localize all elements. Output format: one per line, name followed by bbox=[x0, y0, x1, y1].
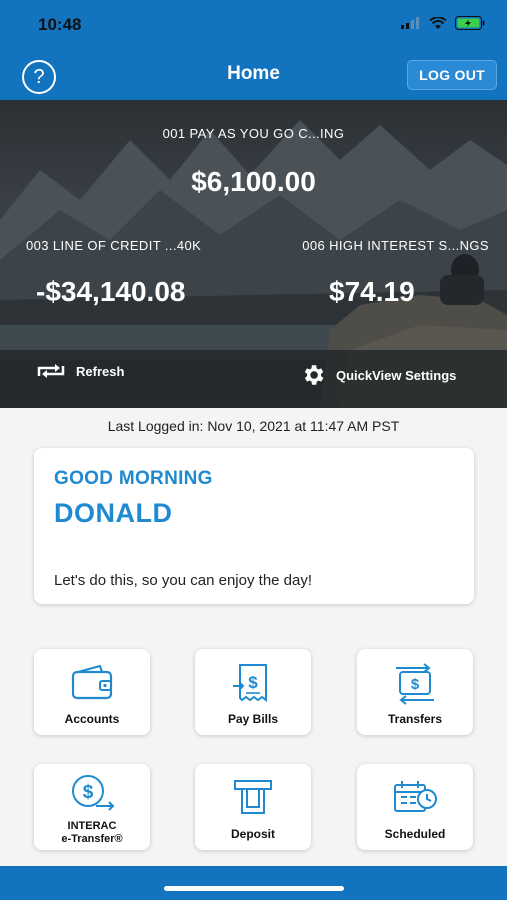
tile-label: Transfers bbox=[387, 712, 443, 726]
svg-text:$: $ bbox=[248, 673, 258, 692]
transfers-tile[interactable]: $ Transfers bbox=[357, 649, 473, 735]
tile-label: Pay Bills bbox=[227, 712, 279, 726]
status-bar: 10:48 bbox=[0, 0, 507, 48]
account-balance[interactable]: $6,100.00 bbox=[0, 166, 507, 198]
refresh-button[interactable]: Refresh bbox=[36, 362, 124, 380]
tile-label: Accounts bbox=[64, 712, 120, 726]
tile-label: Scheduled bbox=[384, 827, 446, 841]
status-time: 10:48 bbox=[38, 15, 82, 34]
bottom-bar bbox=[0, 866, 507, 900]
svg-text:$: $ bbox=[83, 782, 94, 803]
account-name: 006 HIGH INTEREST S...NGS bbox=[302, 238, 489, 253]
status-icons bbox=[401, 16, 485, 30]
greeting-message: Let's do this, so you can enjoy the day! bbox=[54, 572, 313, 589]
gear-icon bbox=[304, 365, 324, 385]
account-balance[interactable]: -$34,140.08 bbox=[36, 276, 185, 308]
greeting-line: GOOD MORNING bbox=[54, 468, 213, 489]
tile-label: e-Transfer® bbox=[61, 833, 123, 845]
greeting-name: DONALD bbox=[54, 498, 173, 528]
signal-icon bbox=[401, 17, 419, 29]
pay-bills-tile[interactable]: $ Pay Bills bbox=[195, 649, 311, 735]
account-name: 001 PAY AS YOU GO C...ING bbox=[162, 126, 345, 141]
battery-icon bbox=[455, 16, 485, 30]
last-logged-text: Last Logged in: Nov 10, 2021 at 11:47 AM… bbox=[107, 418, 400, 434]
quickview-content: 001 PAY AS YOU GO C...ING $6,100.00 003 … bbox=[0, 100, 507, 408]
scheduled-tile[interactable]: Scheduled bbox=[357, 764, 473, 850]
tile-label: Deposit bbox=[230, 827, 275, 841]
wallet-icon bbox=[71, 664, 113, 700]
account-balance[interactable]: $74.19 bbox=[329, 276, 415, 308]
interac-etransfer-tile[interactable]: $ INTERAC e-Transfer® bbox=[34, 764, 150, 850]
wifi-icon bbox=[429, 16, 447, 29]
quickview-panel: 001 PAY AS YOU GO C...ING $6,100.00 003 … bbox=[0, 100, 507, 408]
etransfer-icon: $ bbox=[72, 775, 115, 811]
refresh-label: Refresh bbox=[76, 363, 125, 379]
transfer-icon: $ bbox=[396, 663, 434, 705]
atm-deposit-icon bbox=[234, 780, 272, 814]
account-name: 003 LINE OF CREDIT ...40K bbox=[26, 238, 202, 253]
refresh-icon bbox=[37, 364, 65, 378]
bill-icon: $ bbox=[233, 664, 267, 702]
calendar-clock-icon bbox=[394, 781, 437, 812]
tile-label: INTERAC bbox=[67, 820, 117, 832]
home-indicator[interactable] bbox=[164, 886, 344, 891]
svg-text:$: $ bbox=[411, 676, 420, 693]
nav-bar: ? Home LOG OUT bbox=[0, 48, 507, 100]
quickview-settings-label: QuickView Settings bbox=[336, 367, 457, 383]
deposit-tile[interactable]: Deposit bbox=[195, 764, 311, 850]
greeting-card: GOOD MORNING DONALD Let's do this, so yo… bbox=[34, 448, 474, 604]
quickview-settings-button[interactable]: QuickView Settings bbox=[300, 362, 456, 388]
logout-button[interactable]: LOG OUT bbox=[407, 60, 497, 90]
accounts-tile[interactable]: Accounts bbox=[34, 649, 150, 735]
